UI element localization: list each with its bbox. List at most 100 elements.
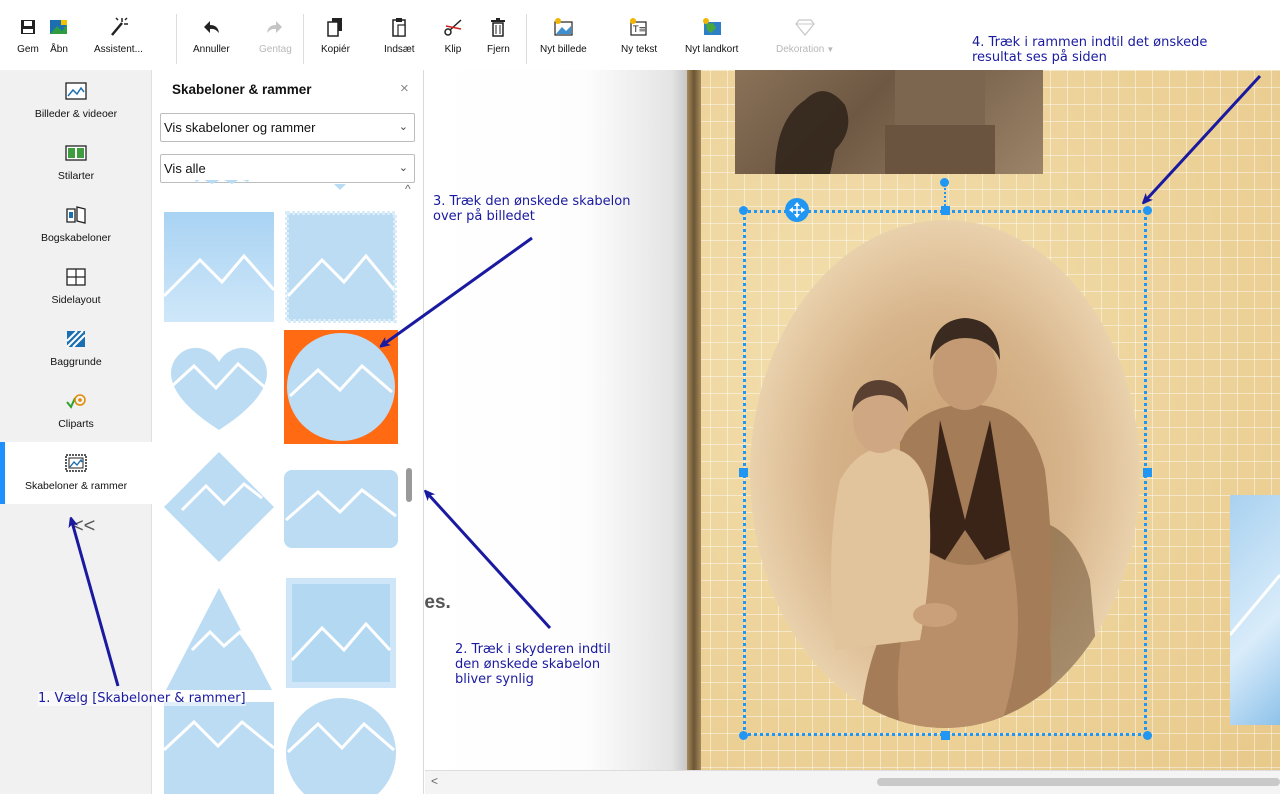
move-arrows-icon: [789, 202, 805, 218]
undo-button[interactable]: Annuller: [193, 16, 230, 66]
annotation-step-4-line-1: 4. Træk i rammen indtil det ønskede: [972, 35, 1208, 50]
sidebar-item-templates-frames[interactable]: Skabeloner & rammer: [0, 442, 152, 504]
template-filter-select[interactable]: Vis alle ⌄: [160, 154, 415, 183]
scroll-up-icon[interactable]: ^: [405, 182, 411, 196]
remove-button[interactable]: Fjern: [487, 16, 510, 66]
horizontal-scrollbar-thumb[interactable]: [877, 778, 1280, 786]
wizard-button[interactable]: Assistent...: [94, 16, 143, 66]
chevron-down-icon: ▼: [826, 45, 835, 54]
layout-icon: [66, 266, 86, 288]
template-rough-square-frame[interactable]: [162, 700, 276, 794]
scroll-left-icon[interactable]: <: [431, 774, 438, 788]
open-photo-icon: [48, 16, 70, 38]
annotation-step-4-line-2: resultat ses på siden: [972, 50, 1107, 65]
collapse-sidebar-icon[interactable]: <<: [72, 515, 95, 538]
copy-icon: [324, 16, 346, 38]
panel-title: Skabeloner & rammer: [172, 82, 312, 97]
annotation-step-1: 1. Vælg [Skabeloner & rammer]: [38, 691, 246, 706]
new-text-icon: T≡: [628, 16, 650, 38]
decoration-label: Dekoration: [776, 44, 825, 55]
undo-arrow-icon: [200, 16, 222, 38]
annotation-step-3-line-2: over på billedet: [433, 209, 535, 224]
sidebar-item-images-videos[interactable]: Billeder & videoer: [0, 70, 152, 132]
resize-handle-top-right[interactable]: [1143, 206, 1152, 215]
new-image-button[interactable]: Nyt billede: [540, 16, 587, 66]
resize-handle-bottom[interactable]: [941, 731, 950, 740]
selection-frame[interactable]: [743, 210, 1147, 736]
annotation-step-2-line-2: den ønskede skabelon: [455, 657, 601, 672]
toolbar-separator: [526, 14, 527, 64]
template-thumbnail-partial[interactable]: [162, 180, 276, 194]
template-heart-frame[interactable]: [162, 330, 276, 444]
redo-arrow-icon: [264, 16, 286, 38]
sepia-photo-top[interactable]: [735, 70, 1043, 174]
template-triangle-frame[interactable]: [162, 580, 276, 694]
resize-handle-right[interactable]: [1143, 468, 1152, 477]
template-grunge-frame[interactable]: [284, 576, 398, 690]
resize-handle-bottom-right[interactable]: [1143, 731, 1152, 740]
resize-handle-bottom-left[interactable]: [739, 731, 748, 740]
copy-button[interactable]: Kopiér: [321, 16, 350, 66]
annotation-step-3: 3. Træk den ønskede skabelon over på bil…: [433, 194, 630, 224]
horizontal-scrollbar[interactable]: <: [425, 770, 1280, 794]
annotation-step-2: 2. Træk i skyderen indtil den ønskede sk…: [455, 642, 611, 687]
paste-icon: [388, 16, 410, 38]
sidebar-item-styles[interactable]: Stilarter: [0, 132, 152, 194]
templates-panel: Skabeloner & rammer × Vis skabeloner og …: [152, 70, 424, 794]
annotation-step-2-line-1: 2. Træk i skyderen indtil: [455, 642, 611, 657]
sidebar-item-cliparts[interactable]: Cliparts: [0, 380, 152, 442]
rotate-handle[interactable]: [940, 178, 949, 187]
flower-clipart-icon: [65, 390, 87, 412]
template-rounded-rect-frame[interactable]: [284, 470, 398, 550]
chevron-down-icon: ⌄: [398, 162, 408, 174]
scrollbar-thumb[interactable]: [406, 468, 412, 502]
rotate-handle-line: [944, 184, 946, 210]
sidebar-item-book-templates[interactable]: Bogskabeloner: [0, 194, 152, 256]
sidebar-item-page-layout[interactable]: Sidelayout: [0, 256, 152, 318]
frame-icon: [65, 452, 87, 474]
scissors-icon: [442, 16, 464, 38]
template-square-frame[interactable]: [162, 210, 276, 324]
save-icon: [17, 16, 39, 38]
template-circle-frame-selected[interactable]: [284, 330, 398, 444]
new-map-button[interactable]: Nyt landkort: [685, 16, 738, 66]
annotation-step-2-line-3: bliver synlig: [455, 672, 534, 687]
paste-button[interactable]: Indsæt: [384, 16, 415, 66]
toolbar-separator: [176, 14, 177, 64]
resize-handle-left[interactable]: [739, 468, 748, 477]
sidebar-item-backgrounds[interactable]: Baggrunde: [0, 318, 152, 380]
book-style-icon: [65, 142, 87, 164]
new-text-button[interactable]: T≡ Ny tekst: [621, 16, 657, 66]
background-pattern-icon: [66, 328, 86, 350]
decoration-dropdown[interactable]: Dekoration ▼: [776, 16, 834, 66]
move-icon[interactable]: [785, 198, 809, 222]
template-photo-partial[interactable]: [1228, 495, 1280, 725]
toolbar-separator: [303, 14, 304, 64]
new-map-icon: [701, 16, 723, 38]
cut-button[interactable]: Klip: [442, 16, 464, 66]
close-icon[interactable]: ×: [400, 80, 409, 97]
template-type-value: Vis skabeloner og rammer: [164, 120, 316, 135]
gallery-scrollbar[interactable]: ^: [404, 182, 414, 794]
template-type-select[interactable]: Vis skabeloner og rammer ⌄: [160, 113, 415, 142]
resize-handle-top-left[interactable]: [739, 206, 748, 215]
collapse-label: <<: [72, 515, 96, 537]
photo-content: [1228, 574, 1280, 636]
open-book-icon: [65, 204, 87, 226]
template-filter-value: Vis alle: [164, 161, 206, 176]
trash-icon: [487, 16, 509, 38]
template-diamond-frame[interactable]: [162, 450, 276, 564]
open-button[interactable]: Åbn: [48, 16, 70, 66]
template-thumbnail-partial[interactable]: [330, 180, 350, 200]
left-page-text: res.: [425, 592, 451, 613]
diamond-icon: [794, 16, 816, 38]
magic-wand-icon: [107, 16, 129, 38]
book-spine: [687, 70, 701, 770]
save-button[interactable]: Gem: [17, 16, 39, 66]
chevron-down-icon: ⌄: [398, 121, 408, 133]
redo-button[interactable]: Gentag: [259, 16, 292, 66]
template-rough-circle-frame[interactable]: [284, 696, 398, 794]
sidebar: Billeder & videoer Stilarter Bogskabelon…: [0, 70, 152, 794]
annotation-step-4: 4. Træk i rammen indtil det ønskede resu…: [972, 35, 1207, 65]
template-stamp-frame[interactable]: [284, 210, 398, 324]
